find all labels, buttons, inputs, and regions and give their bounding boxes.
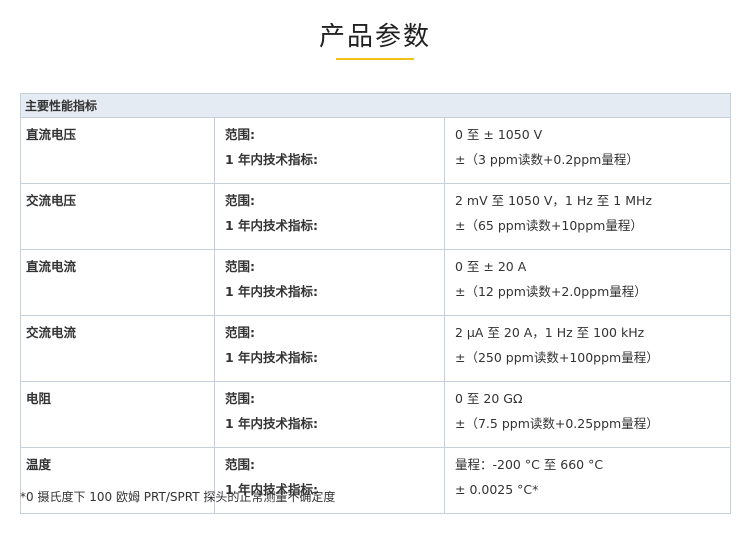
row-values: 0 至 ± 1050 V ±（3 ppm读数+0.2ppm量程） [444, 117, 731, 184]
range-value: 0 至 20 GΩ [455, 391, 523, 406]
range-label: 范围: [225, 457, 255, 472]
row-values: 0 至 20 GΩ ±（7.5 ppm读数+0.25ppm量程） [444, 381, 731, 448]
range-value: 量程：-200 °C 至 660 °C [455, 457, 604, 472]
row-values: 0 至 ± 20 A ±（12 ppm读数+2.0ppm量程） [444, 249, 731, 316]
spec-label: 1 年内技术指标: [225, 350, 319, 365]
spec-value: ±（65 ppm读数+10ppm量程） [455, 218, 643, 233]
row-values: 2 μA 至 20 A，1 Hz 至 100 kHz ±（250 ppm读数+10… [444, 315, 731, 382]
spec-table: 主要性能指标 直流电压 范围: 1 年内技术指标: 0 至 ± 1050 V ±（3 p… [20, 93, 731, 514]
page-title: 产品参数 [318, 22, 431, 52]
range-label: 范围: [225, 193, 255, 208]
row-category: 交流电流 [20, 315, 215, 382]
section-header-row: 主要性能指标 [20, 93, 731, 118]
range-label: 范围: [225, 259, 255, 274]
row-labels: 范围: 1 年内技术指标: [214, 315, 445, 382]
range-value: 2 mV 至 1050 V，1 Hz 至 1 MHz [455, 193, 652, 208]
range-value: 0 至 ± 20 A [455, 259, 527, 274]
range-label: 范围: [225, 127, 255, 142]
row-category: 直流电流 [20, 249, 215, 316]
spec-value: ±（3 ppm读数+0.2ppm量程） [455, 152, 639, 167]
table-row: 电阻 范围: 1 年内技术指标: 0 至 20 GΩ ±（7.5 ppm读数+0.25p… [20, 381, 731, 448]
footnote: *0 摄氏度下 100 欧姆 PRT/SPRT 探头的正常测量不确定度 [20, 490, 336, 504]
title-underline [336, 58, 414, 60]
row-values: 量程：-200 °C 至 660 °C ± 0.0025 °C* [444, 447, 731, 514]
table-row: 交流电流 范围: 1 年内技术指标: 2 μA 至 20 A，1 Hz 至 100 k… [20, 315, 731, 382]
row-labels: 范围: 1 年内技术指标: [214, 117, 445, 184]
range-label: 范围: [225, 325, 255, 340]
range-value: 0 至 ± 1050 V [455, 127, 543, 142]
row-category: 电阻 [20, 381, 215, 448]
spec-label: 1 年内技术指标: [225, 416, 319, 431]
table-row: 直流电流 范围: 1 年内技术指标: 0 至 ± 20 A ±（12 ppm读数+2.0… [20, 249, 731, 316]
row-category: 直流电压 [20, 117, 215, 184]
row-category: 交流电压 [20, 183, 215, 250]
spec-value: ±（12 ppm读数+2.0ppm量程） [455, 284, 647, 299]
row-labels: 范围: 1 年内技术指标: [214, 249, 445, 316]
spec-value: ±（7.5 ppm读数+0.25ppm量程） [455, 416, 659, 431]
row-values: 2 mV 至 1050 V，1 Hz 至 1 MHz ±（65 ppm读数+10p… [444, 183, 731, 250]
spec-label: 1 年内技术指标: [225, 284, 319, 299]
range-label: 范围: [225, 391, 255, 406]
row-labels: 范围: 1 年内技术指标: [214, 381, 445, 448]
spec-label: 1 年内技术指标: [225, 152, 319, 167]
row-labels: 范围: 1 年内技术指标: [214, 183, 445, 250]
table-row: 直流电压 范围: 1 年内技术指标: 0 至 ± 1050 V ±（3 ppm读数+0.… [20, 117, 731, 184]
range-value: 2 μA 至 20 A，1 Hz 至 100 kHz [455, 325, 645, 340]
section-title: 主要性能指标 [20, 93, 731, 118]
spec-value: ±（250 ppm读数+100ppm量程） [455, 350, 659, 365]
table-row: 交流电压 范围: 1 年内技术指标: 2 mV 至 1050 V，1 Hz 至 1 M… [20, 183, 731, 250]
spec-label: 1 年内技术指标: [225, 218, 319, 233]
spec-value: ± 0.0025 °C* [455, 482, 539, 497]
